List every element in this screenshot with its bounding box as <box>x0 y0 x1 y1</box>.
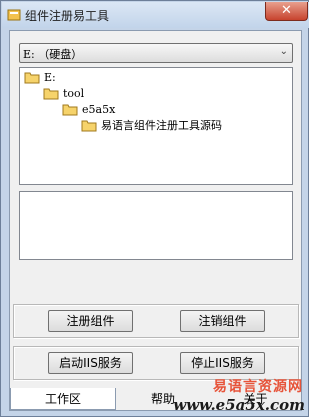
app-window: 组件注册易工具 ✕ E: （硬盘） ⌄ E: tool e5a5x 易语言组件注… <box>0 0 309 417</box>
output-box[interactable] <box>19 191 293 260</box>
window-title: 组件注册易工具 <box>25 9 110 23</box>
folder-tree[interactable]: E: tool e5a5x 易语言组件注册工具源码 <box>19 67 293 185</box>
tree-item-label: 易语言组件注册工具源码 <box>101 119 222 132</box>
component-group: 注册组件 注销组件 <box>13 304 299 338</box>
start-iis-button[interactable]: 启动IIS服务 <box>48 352 133 374</box>
tree-item-label: tool <box>63 87 85 100</box>
watermark-site-name: 易语言资源网 <box>213 379 303 395</box>
folder-icon <box>24 72 40 84</box>
tree-item-label: E: <box>44 71 56 84</box>
watermark: 易语言资源网 www.e5a5x.com <box>173 374 309 416</box>
folder-icon <box>43 88 59 100</box>
unregister-component-button[interactable]: 注销组件 <box>180 310 265 332</box>
drive-select[interactable]: E: （硬盘） ⌄ <box>19 43 293 63</box>
drive-select-value: E: （硬盘） <box>23 48 83 61</box>
app-icon <box>7 9 21 21</box>
title-bar[interactable]: 组件注册易工具 ✕ <box>2 2 309 28</box>
close-button[interactable]: ✕ <box>265 2 308 21</box>
folder-icon <box>81 120 97 132</box>
tree-item-label: e5a5x <box>82 103 116 116</box>
stop-iis-button[interactable]: 停止IIS服务 <box>180 352 265 374</box>
chevron-down-icon[interactable]: ⌄ <box>280 46 288 57</box>
tab-workspace[interactable]: 工作区 <box>10 388 116 410</box>
folder-icon <box>62 104 78 116</box>
watermark-url: www.e5a5x.com <box>173 396 305 414</box>
client-area: E: （硬盘） ⌄ E: tool e5a5x 易语言组件注册工具源码 注册组件… <box>9 30 302 411</box>
register-component-button[interactable]: 注册组件 <box>48 310 133 332</box>
